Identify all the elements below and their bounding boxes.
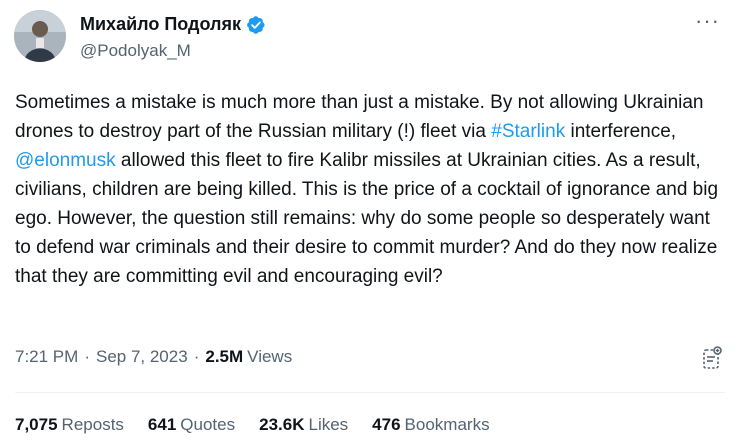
- avatar-photo: [14, 10, 66, 62]
- quotes-label: Quotes: [180, 415, 236, 434]
- display-name[interactable]: Михайло Подоляк: [80, 14, 241, 35]
- reposts-count: 7,075: [15, 415, 58, 434]
- tweet-text-part2: interference,: [565, 121, 677, 142]
- bookmark-list-icon[interactable]: [701, 345, 723, 371]
- author-name-row: Михайло Подоляк: [80, 14, 266, 35]
- reposts-stat[interactable]: 7,075 Reposts: [15, 415, 124, 435]
- views-label: Views: [247, 347, 293, 366]
- views-count: 2.5M: [205, 347, 244, 366]
- bookmarks-count: 476: [372, 415, 401, 434]
- author-handle[interactable]: @Podolyak_M: [80, 41, 191, 61]
- meta-separator: ·: [84, 347, 90, 366]
- mention-link[interactable]: @elonmusk: [15, 150, 116, 171]
- verified-badge-icon: [247, 15, 265, 34]
- tweet-text: Sometimes a mistake is much more than ju…: [15, 88, 730, 291]
- likes-count: 23.6K: [259, 415, 305, 434]
- meta-separator: ·: [193, 347, 200, 366]
- avatar[interactable]: [14, 10, 66, 62]
- tweet-time[interactable]: 7:21 PM: [15, 347, 78, 367]
- tweet-date[interactable]: Sep 7, 2023: [96, 347, 188, 367]
- tweet: Михайло Подоляк @Podolyak_M ··· Sometime…: [0, 0, 740, 446]
- likes-stat[interactable]: 23.6K Likes: [259, 415, 348, 435]
- tweet-text-part3: allowed this fleet to fire Kalibr missil…: [15, 150, 719, 287]
- divider: [15, 392, 725, 393]
- engagement-stats: 7,075 Reposts 641 Quotes 23.6K Likes 476 Boo…: [15, 415, 490, 435]
- quotes-count: 641: [147, 415, 177, 434]
- reposts-label: Reposts: [61, 415, 124, 434]
- likes-label: Likes: [308, 415, 349, 434]
- bookmarks-stat[interactable]: 476 Bookmarks: [372, 415, 489, 435]
- more-horizontal-icon[interactable]: ···: [695, 10, 720, 32]
- hashtag-link[interactable]: #Starlink: [491, 121, 565, 142]
- bookmarks-label: Bookmarks: [404, 415, 490, 434]
- quotes-stat[interactable]: 641 Quotes: [148, 415, 235, 435]
- tweet-meta: 7:21 PM · Sep 7, 2023 · 2.5M Views: [15, 347, 292, 367]
